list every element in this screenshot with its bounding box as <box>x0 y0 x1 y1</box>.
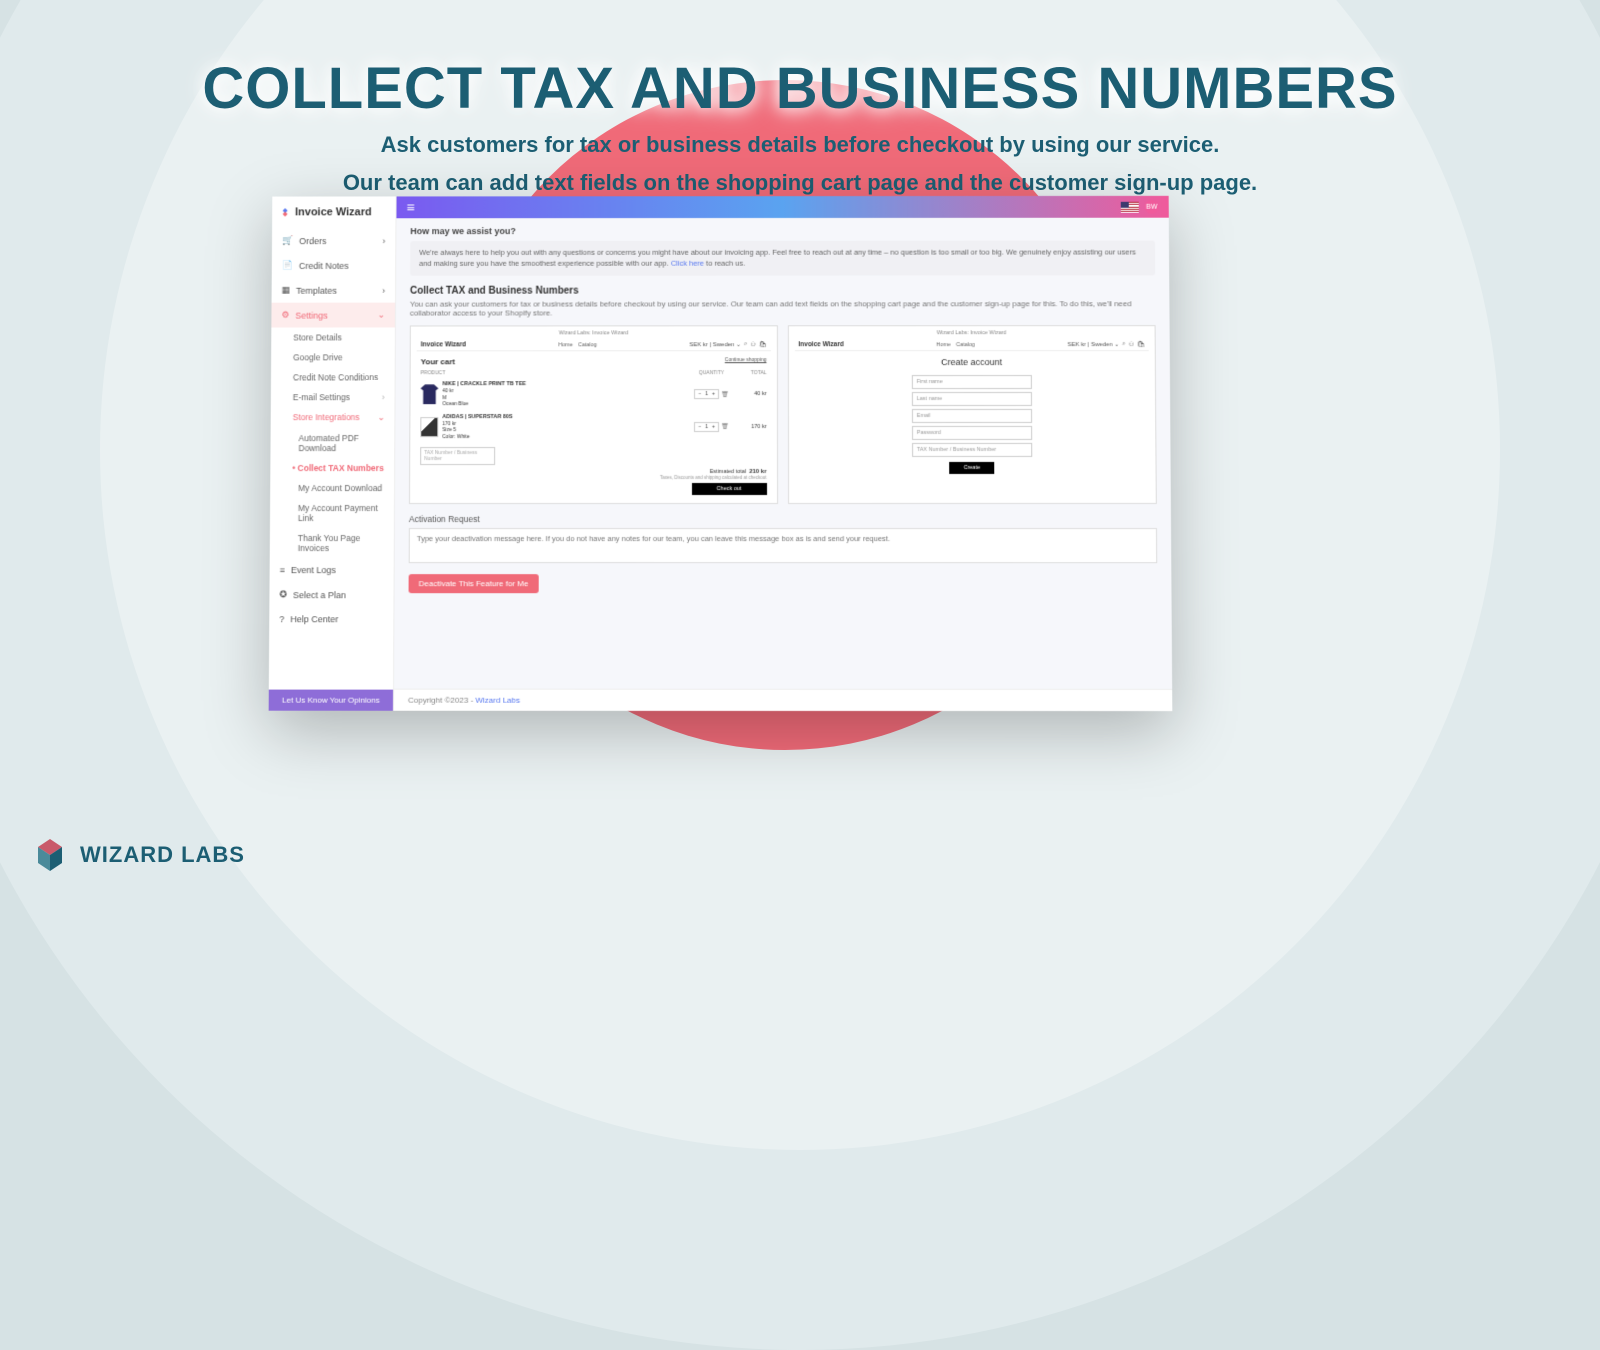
sidebar-item-credit-notes[interactable]: 📄Credit Notes <box>272 253 396 278</box>
assist-link[interactable]: Click here <box>671 258 704 267</box>
create-button[interactable]: Create <box>949 462 994 474</box>
sidebar-feedback-button[interactable]: Let Us Know Your Opinions <box>269 690 393 711</box>
logo-icon <box>280 207 290 217</box>
sidebar: Invoice Wizard 🛒Orders› 📄Credit Notes ▦T… <box>269 196 397 710</box>
hero: COLLECT TAX AND BUSINESS NUMBERS Ask cus… <box>0 55 1600 197</box>
activation-title: Activation Request <box>409 514 1157 524</box>
app-window: Invoice Wizard 🛒Orders› 📄Credit Notes ▦T… <box>269 196 1173 711</box>
cart-icon: 🛒 <box>282 235 293 246</box>
template-icon: ▦ <box>282 285 291 296</box>
qty-stepper[interactable]: − 1 + <box>694 389 719 399</box>
product-image <box>420 417 438 437</box>
product-image <box>420 385 438 405</box>
trash-icon[interactable]: 🗑 <box>721 423 729 430</box>
sub-credit-cond[interactable]: Credit Note Conditions <box>271 367 395 387</box>
footer-link[interactable]: Wizard Labs <box>475 696 520 705</box>
email-input[interactable]: Email <box>912 409 1032 423</box>
chevron-right-icon: › <box>382 285 385 295</box>
sub-store-details[interactable]: Store Details <box>271 327 395 347</box>
sidebar-item-select-plan[interactable]: ✪Select a Plan <box>269 582 393 607</box>
hero-sub2: Our team can add text fields on the shop… <box>0 168 1600 198</box>
section-title: Collect TAX and Business Numbers <box>410 285 1155 296</box>
tax-number-input[interactable]: TAX Number / Business Number <box>420 447 495 465</box>
sub-thankyou[interactable]: Thank You Page Invoices <box>270 528 394 558</box>
continue-shopping-link[interactable]: Continue shopping <box>725 357 767 366</box>
document-icon: 📄 <box>282 260 293 271</box>
sidebar-item-help[interactable]: ?Help Center <box>269 607 393 631</box>
footer: Copyright ©2023 - Wizard Labs <box>394 689 1172 711</box>
sidebar-item-templates[interactable]: ▦Templates› <box>272 278 396 303</box>
checkout-button[interactable]: Check out <box>691 483 766 495</box>
list-icon: ≡ <box>280 565 285 575</box>
user-icon: ⚇ <box>750 341 755 348</box>
last-name-input[interactable]: Last name <box>912 392 1032 406</box>
preview-cart: Wizard Labs: Invoice Wizard Invoice Wiza… <box>409 325 778 504</box>
sub-email[interactable]: E-mail Settings <box>271 387 395 407</box>
preview-signup: Wizard Labs: Invoice Wizard Invoice Wiza… <box>787 325 1156 504</box>
sub-collect-tax[interactable]: • Collect TAX Numbers <box>270 458 394 478</box>
sub-my-payment[interactable]: My Account Payment Link <box>270 498 394 528</box>
sidebar-item-event-logs[interactable]: ≡Event Logs <box>270 558 394 582</box>
first-name-input[interactable]: First name <box>912 375 1032 389</box>
tax-number-input[interactable]: TAX Number / Business Number <box>912 443 1032 457</box>
section-desc: You can ask your customers for tax or bu… <box>410 299 1156 317</box>
sidebar-item-orders[interactable]: 🛒Orders› <box>272 228 396 253</box>
cart-row: NIKE | CRACKLE PRINT TB TEE40 krMOcean B… <box>416 378 770 411</box>
topbar: ≡ BW <box>396 196 1168 218</box>
chevron-down-icon: ⌄ <box>377 412 384 423</box>
sub-auto-pdf[interactable]: Automated PDF Download <box>270 428 394 458</box>
qty-stepper[interactable]: − 1 + <box>694 422 719 432</box>
sidebar-logo: Invoice Wizard <box>272 196 395 228</box>
deactivate-button[interactable]: Deactivate This Feature for Me <box>409 574 539 593</box>
activation-message-input[interactable] <box>409 528 1158 563</box>
bag-icon: 🛍 <box>1137 341 1145 348</box>
plan-icon: ✪ <box>279 589 287 600</box>
chevron-down-icon: ⌄ <box>377 310 385 321</box>
user-icon: ⚇ <box>1129 341 1134 348</box>
hero-sub1: Ask customers for tax or business detail… <box>0 130 1600 160</box>
flag-us-icon[interactable] <box>1121 201 1139 212</box>
cart-row: ADIDAS | SUPERSTAR 80S170 krSize 5Color:… <box>416 411 770 444</box>
sub-google-drive[interactable]: Google Drive <box>271 347 395 367</box>
search-icon: ⌕ <box>1122 341 1125 348</box>
gear-icon: ⚙ <box>281 310 289 321</box>
help-icon: ? <box>279 614 284 624</box>
hero-title: COLLECT TAX AND BUSINESS NUMBERS <box>0 55 1600 122</box>
sidebar-item-settings[interactable]: ⚙Settings⌄ <box>271 303 395 328</box>
sub-my-download[interactable]: My Account Download <box>270 478 394 498</box>
avatar[interactable]: BW <box>1145 200 1159 214</box>
password-input[interactable]: Password <box>912 426 1032 440</box>
assist-title: How may we assist you? <box>410 226 1155 236</box>
sub-integrations[interactable]: Store Integrations⌄ <box>271 407 395 428</box>
trash-icon[interactable]: 🗑 <box>721 391 729 398</box>
assist-box: We're always here to help you out with a… <box>410 241 1155 276</box>
brand-logo: WIZARD LABS <box>30 835 245 875</box>
search-icon: ⌕ <box>744 341 747 348</box>
chevron-right-icon: › <box>382 236 385 246</box>
hamburger-icon[interactable]: ≡ <box>406 199 414 215</box>
logo-icon <box>30 835 70 875</box>
main: ≡ BW How may we assist you? We're always… <box>394 196 1172 711</box>
bag-icon: 🛍 <box>759 341 767 348</box>
